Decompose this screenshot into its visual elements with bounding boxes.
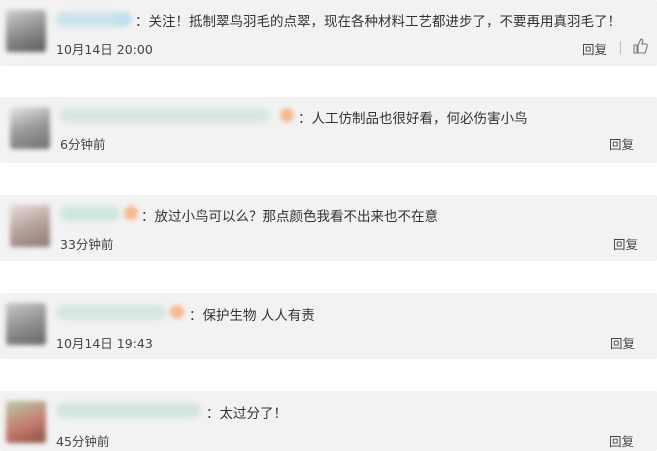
reply-button[interactable]: 回复 — [613, 234, 638, 253]
comment-time: 10月14日 20:00 — [56, 42, 153, 57]
reply-button[interactable]: 回复 — [610, 333, 635, 352]
avatar[interactable] — [6, 401, 46, 443]
comment-item: ：放过小鸟可以么？那点颜色我看不出来也不在意 33分钟前 回复 — [0, 195, 657, 261]
user-badge-icon — [124, 206, 138, 220]
username-blurred[interactable] — [60, 108, 270, 123]
reply-button[interactable]: 回复 — [609, 134, 634, 153]
comment-item: ：关注！抵制翠鸟羽毛的点翠，现在各种材料工艺都进步了，不要再用真羽毛了！ 10月… — [0, 0, 657, 66]
comment-text: ：放过小鸟可以么？那点颜色我看不出来也不在意 — [141, 209, 438, 225]
comment-text: ：保护生物 人人有责 — [189, 308, 315, 324]
reply-button[interactable]: 回复 — [582, 39, 607, 58]
user-badge-icon — [170, 305, 184, 319]
username-blurred[interactable] — [60, 206, 120, 221]
username-blurred[interactable] — [56, 403, 201, 418]
comment-time: 33分钟前 — [60, 237, 114, 252]
comment-time: 45分钟前 — [56, 434, 110, 449]
avatar[interactable] — [10, 107, 50, 149]
thumbs-up-icon[interactable] — [632, 38, 648, 54]
comment-feed: ：关注！抵制翠鸟羽毛的点翠，现在各种材料工艺都进步了，不要再用真羽毛了！ 10月… — [0, 0, 657, 451]
action-divider — [620, 41, 621, 54]
reply-button[interactable]: 回复 — [609, 431, 634, 450]
comment-item: ：保护生物 人人有责 10月14日 19:43 回复 — [0, 293, 657, 359]
comment-item: ：太过分了！ 45分钟前 回复 — [0, 391, 657, 451]
avatar[interactable] — [10, 205, 50, 247]
user-badge-icon — [280, 108, 294, 122]
comment-text: ：太过分了！ — [206, 406, 287, 422]
avatar[interactable] — [6, 303, 46, 345]
username-blurred[interactable] — [56, 12, 126, 27]
comment-text: ：关注！抵制翠鸟羽毛的点翠，现在各种材料工艺都进步了，不要再用真羽毛了！ — [135, 14, 621, 30]
comment-text: ：人工仿制品也很好看，何必伤害小鸟 — [298, 111, 528, 127]
user-badge-icon — [118, 12, 132, 26]
avatar[interactable] — [6, 10, 46, 52]
comment-time: 6分钟前 — [60, 137, 106, 152]
comment-item: ：人工仿制品也很好看，何必伤害小鸟 6分钟前 回复 — [0, 97, 657, 163]
username-blurred[interactable] — [56, 305, 166, 320]
comment-time: 10月14日 19:43 — [56, 336, 153, 351]
